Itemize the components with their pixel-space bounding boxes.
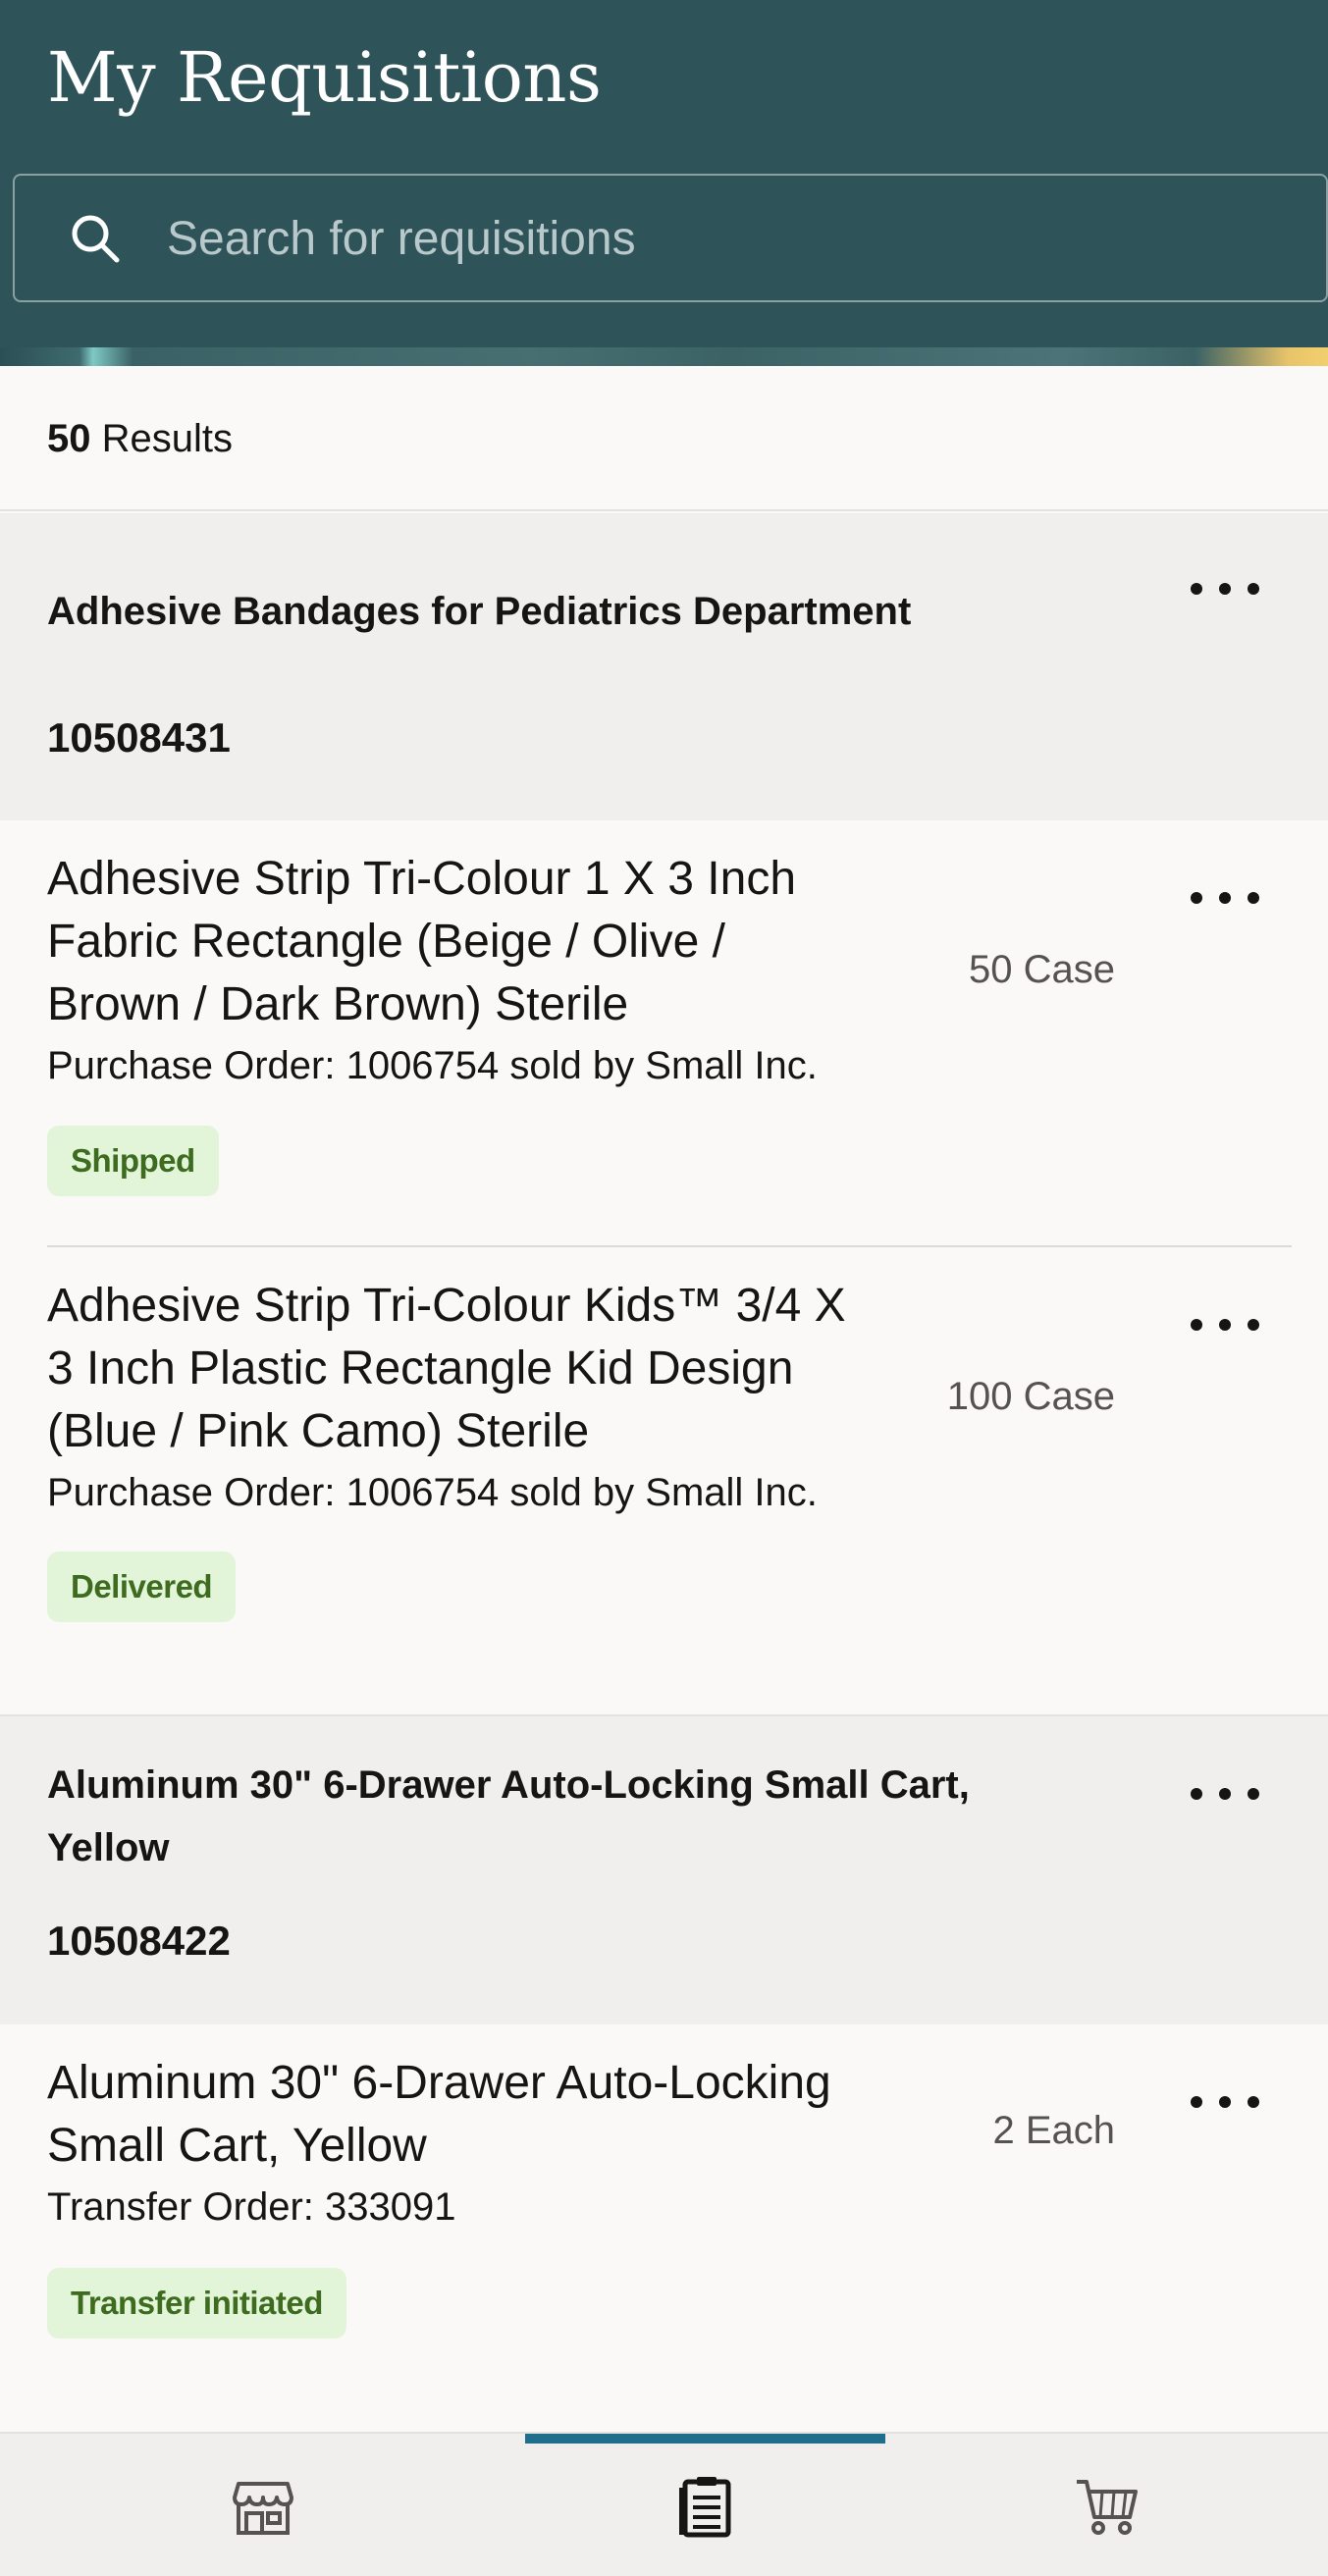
requisition-header[interactable]: Aluminum 30" 6-Drawer Auto-Locking Small… (0, 1716, 1328, 2024)
requisition-title: Adhesive Bandages for Pediatrics Departm… (47, 590, 912, 633)
results-label: Results (90, 417, 233, 460)
search-box[interactable] (13, 174, 1328, 302)
bottom-tab-bar (0, 2432, 1328, 2576)
item-name: Aluminum 30" 6-Drawer Auto-Locking Small… (47, 2057, 831, 2172)
results-count: 50 (47, 417, 91, 460)
item-quantity: 2 Each (992, 2109, 1115, 2152)
requisition-line[interactable]: Adhesive Strip Tri-Colour 1 X 3 Inch Fab… (0, 820, 1328, 1247)
requisition-more-button[interactable] (1191, 574, 1259, 604)
requisition-line[interactable]: Aluminum 30" 6-Drawer Auto-Locking Small… (0, 2024, 1328, 2432)
status-badge: Shipped (47, 1126, 219, 1196)
line-more-button[interactable] (1191, 1310, 1259, 1340)
item-name: Adhesive Strip Tri-Colour 1 X 3 Inch Fab… (47, 853, 797, 1030)
status-badge: Transfer initiated (47, 2268, 346, 2339)
page-header: My Requisitions (0, 0, 1328, 366)
requisition-line[interactable]: Adhesive Strip Tri-Colour Kids™ 3/4 X 3 … (0, 1247, 1328, 1716)
search-input[interactable] (167, 203, 1247, 274)
requisition-number: 10508431 (47, 714, 231, 761)
item-name: Adhesive Strip Tri-Colour Kids™ 3/4 X 3 … (47, 1280, 846, 1457)
results-summary: 50 Results (0, 366, 1328, 511)
store-icon (232, 2481, 293, 2535)
cart-icon (1076, 2479, 1138, 2535)
tab-requisitions[interactable] (525, 2434, 885, 2576)
search-icon (72, 215, 120, 263)
item-quantity: 100 Case (946, 1375, 1115, 1418)
item-quantity: 50 Case (969, 948, 1115, 991)
requisition-title: Aluminum 30" 6-Drawer Auto-Locking Small… (47, 1763, 970, 1869)
header-banner-strip (0, 347, 1328, 366)
results-text: 50 Results (47, 417, 233, 461)
tab-cart[interactable] (885, 2434, 1328, 2576)
requisition-more-button[interactable] (1191, 1779, 1259, 1809)
page-title: My Requisitions (47, 37, 602, 118)
order-info: Purchase Order: 1006754 sold by Small In… (47, 1471, 818, 1514)
requisitions-icon (678, 2476, 730, 2537)
requisition-number: 10508422 (47, 1918, 231, 1964)
tab-store[interactable] (0, 2434, 525, 2576)
line-more-button[interactable] (1191, 2087, 1259, 2117)
requisition-header[interactable]: Adhesive Bandages for Pediatrics Departm… (0, 513, 1328, 820)
order-info: Transfer Order: 333091 (47, 2185, 456, 2229)
status-badge: Delivered (47, 1551, 237, 1622)
line-more-button[interactable] (1191, 883, 1259, 913)
order-info: Purchase Order: 1006754 sold by Small In… (47, 1044, 818, 1087)
